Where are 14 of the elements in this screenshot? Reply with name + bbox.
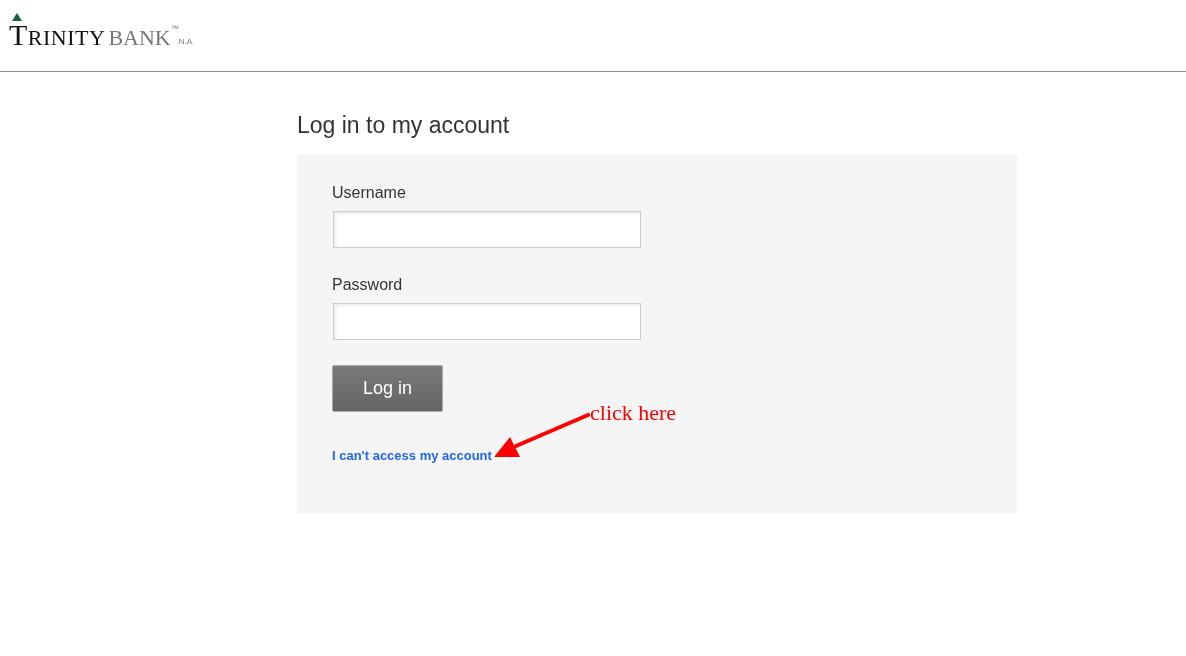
logo-wordmark: TRINITY: [9, 22, 106, 51]
help-link[interactable]: I can't access my account: [332, 448, 492, 464]
field-label: Password: [332, 275, 403, 295]
logo-suffix-text: N.A.: [178, 38, 195, 46]
logo-bank-text: BANK: [108, 25, 171, 51]
username-field[interactable]: [333, 211, 641, 248]
page-title: Log in to my account: [297, 112, 510, 139]
login-button[interactable]: Log in: [332, 365, 443, 412]
annotation-text: click here: [590, 400, 677, 426]
arrow-icon: [494, 413, 590, 459]
tree-icon: [12, 13, 22, 21]
password-field[interactable]: [333, 303, 641, 340]
trademark-sign: ™: [170, 25, 179, 33]
field-label: Username: [332, 183, 406, 203]
